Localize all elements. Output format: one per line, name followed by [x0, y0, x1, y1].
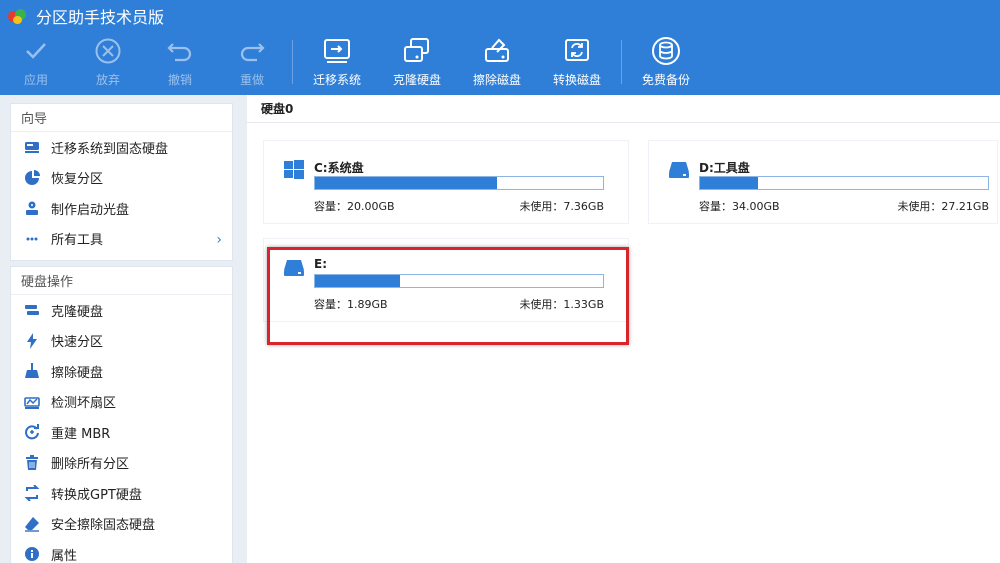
title-bar: 分区助手技术员版	[0, 0, 1000, 32]
disk-title: 硬盘0	[247, 95, 1000, 123]
convert-gpt-icon	[23, 484, 41, 502]
partition-usage-fill	[315, 275, 401, 287]
redo-button[interactable]: 重做	[216, 32, 288, 92]
partition-usage-fill	[315, 177, 498, 189]
migrate-os-button[interactable]: 迁移系统	[297, 32, 377, 92]
sidebar-item-all-tools[interactable]: 所有工具 ›	[11, 224, 232, 255]
toolbar-separator	[621, 40, 622, 84]
sidebar-item-quick-partition[interactable]: 快速分区	[11, 326, 232, 357]
wipe-disk-icon	[482, 36, 512, 66]
sidebar-item-delete-all-partitions[interactable]: 删除所有分区	[11, 448, 232, 479]
partition-free-space: 未使用：7.36GB	[519, 200, 604, 213]
partition-capacity: 容量：1.89GB	[314, 298, 388, 311]
tools-icon	[23, 230, 41, 248]
partition-name: D:工具盘	[699, 161, 750, 175]
app-title: 分区助手技术员版	[36, 8, 165, 27]
partition-usage-bar	[314, 274, 604, 288]
top-bar: 分区助手技术员版 应用 放弃 撤销 重做 迁移系统 克隆硬盘 擦除磁盘 转换磁盘…	[0, 0, 1000, 95]
disk-ops-panel: 硬盘操作 克隆硬盘 快速分区 擦除硬盘 检测坏扇区 重建 MBR 删除所有分区 …	[10, 266, 233, 563]
trash-icon	[23, 454, 41, 472]
check-icon	[21, 36, 51, 66]
sidebar-item-clone-disk[interactable]: 克隆硬盘	[11, 295, 232, 326]
convert-disk-button[interactable]: 转换磁盘	[537, 32, 617, 92]
disk-view: 硬盘0 C:系统盘 容量：20.00GB 未使用：7.36GB D:工具盘 容量…	[247, 95, 1000, 563]
sidebar-item-rebuild-mbr[interactable]: 重建 MBR	[11, 417, 232, 448]
convert-disk-icon	[562, 36, 592, 66]
undo-button[interactable]: 撤销	[144, 32, 216, 92]
partition-name: E:	[314, 257, 327, 271]
migrate-os-icon	[322, 36, 352, 66]
chevron-right-icon: ›	[216, 231, 222, 248]
partition-card-c[interactable]: C:系统盘 容量：20.00GB 未使用：7.36GB	[263, 140, 629, 224]
partition-card-e[interactable]: E: 容量：1.89GB 未使用：1.33GB	[263, 238, 629, 322]
free-backup-button[interactable]: 免费备份	[626, 32, 706, 92]
app-logo-icon	[8, 7, 28, 25]
windows-icon	[282, 159, 306, 181]
scan-sector-icon	[23, 393, 41, 411]
partition-card-d[interactable]: D:工具盘 容量：34.00GB 未使用：27.21GB	[648, 140, 998, 224]
sidebar: 向导 迁移系统到固态硬盘 恢复分区 制作启动光盘 所有工具 › 硬盘操作 克隆硬…	[0, 95, 244, 563]
sidebar-item-wipe-disk[interactable]: 擦除硬盘	[11, 356, 232, 387]
backup-icon	[651, 36, 681, 66]
toolbar-separator	[292, 40, 293, 84]
sidebar-item-recover-partition[interactable]: 恢复分区	[11, 163, 232, 194]
sidebar-item-convert-gpt[interactable]: 转换成GPT硬盘	[11, 478, 232, 509]
partition-usage-bar	[699, 176, 989, 190]
undo-icon	[165, 36, 195, 66]
wipe-disk-button[interactable]: 擦除磁盘	[457, 32, 537, 92]
discard-button[interactable]: 放弃	[72, 32, 144, 92]
partition-name: C:系统盘	[314, 161, 364, 175]
disk-ops-panel-title: 硬盘操作	[11, 267, 232, 295]
eraser-icon	[23, 515, 41, 533]
redo-icon	[237, 36, 267, 66]
clone-icon	[23, 301, 41, 319]
guide-panel: 向导 迁移系统到固态硬盘 恢复分区 制作启动光盘 所有工具 ›	[10, 103, 233, 261]
partition-free-space: 未使用：1.33GB	[519, 298, 604, 311]
cancel-circle-icon	[93, 36, 123, 66]
partition-capacity: 容量：34.00GB	[699, 200, 780, 213]
sidebar-item-secure-erase-ssd[interactable]: 安全擦除固态硬盘	[11, 509, 232, 540]
lightning-icon	[23, 332, 41, 350]
sidebar-item-migrate-ssd[interactable]: 迁移系统到固态硬盘	[11, 132, 232, 163]
apply-button[interactable]: 应用	[0, 32, 72, 92]
drive-icon	[282, 257, 306, 279]
drive-icon	[667, 159, 691, 181]
info-icon	[23, 545, 41, 563]
sidebar-item-scan-bad-sectors[interactable]: 检测坏扇区	[11, 387, 232, 418]
clone-disk-button[interactable]: 克隆硬盘	[377, 32, 457, 92]
partition-free-space: 未使用：27.21GB	[897, 200, 989, 213]
broom-icon	[23, 362, 41, 380]
sidebar-item-properties[interactable]: 属性	[11, 539, 232, 563]
clone-disk-icon	[402, 36, 432, 66]
bootable-disc-icon	[23, 199, 41, 217]
ssd-migrate-icon	[23, 138, 41, 156]
recover-partition-icon	[23, 169, 41, 187]
toolbar: 应用 放弃 撤销 重做 迁移系统 克隆硬盘 擦除磁盘 转换磁盘 免费备份	[0, 32, 1000, 95]
partition-capacity: 容量：20.00GB	[314, 200, 395, 213]
rebuild-mbr-icon	[23, 423, 41, 441]
sidebar-item-bootable-disc[interactable]: 制作启动光盘	[11, 193, 232, 224]
partition-usage-bar	[314, 176, 604, 190]
partition-usage-fill	[700, 177, 758, 189]
guide-panel-title: 向导	[11, 104, 232, 132]
